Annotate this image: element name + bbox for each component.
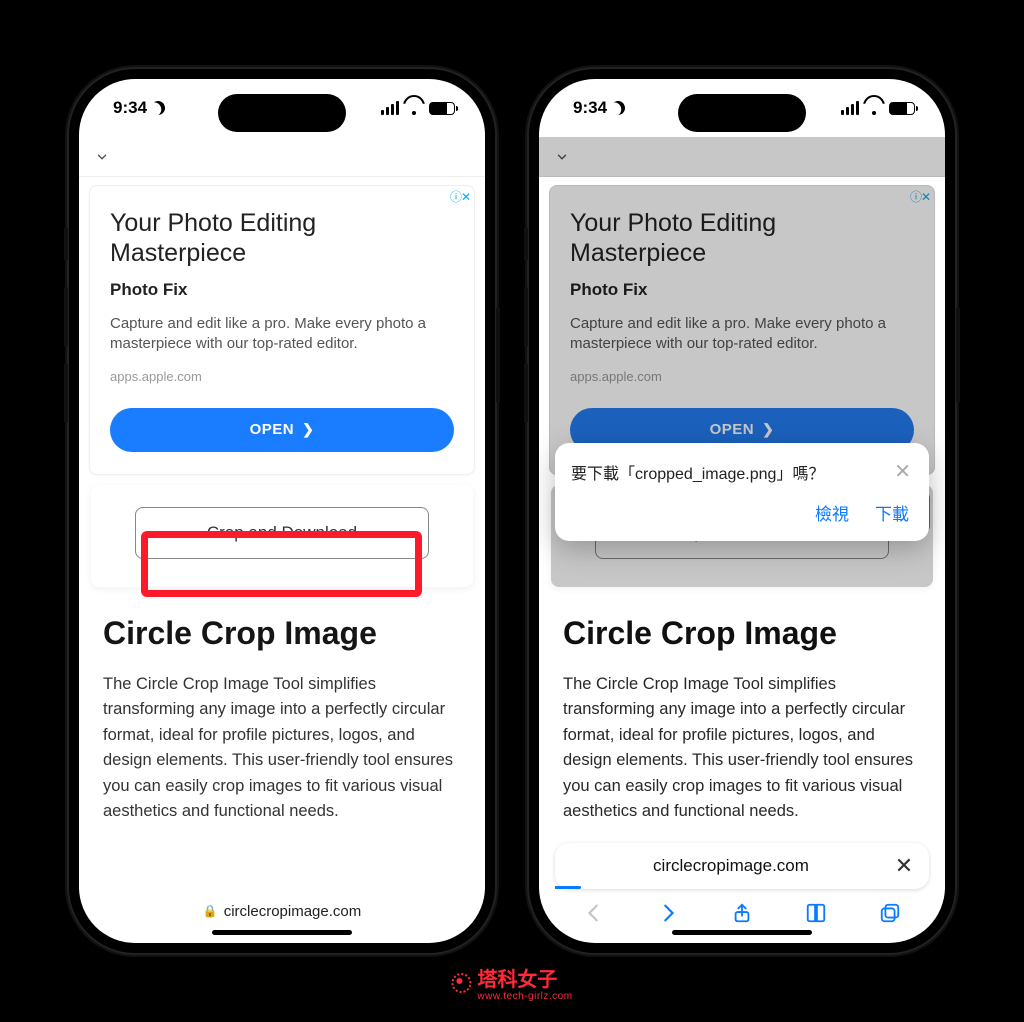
ad-domain: apps.apple.com (110, 369, 454, 384)
cell-signal-icon (381, 101, 399, 115)
load-progress (555, 886, 581, 889)
article-heading: Circle Crop Image (563, 615, 921, 652)
side-button (64, 227, 68, 261)
article: Circle Crop Image The Circle Crop Image … (103, 615, 461, 825)
ad-description: Capture and edit like a pro. Make every … (570, 314, 914, 355)
ad-open-label: OPEN (710, 421, 755, 438)
close-icon[interactable]: ✕ (884, 459, 913, 484)
article: Circle Crop Image The Circle Crop Image … (563, 615, 921, 825)
article-body: The Circle Crop Image Tool simplifies tr… (103, 672, 461, 825)
side-button (524, 287, 528, 347)
address-bar[interactable]: circlecropimage.com ✕ (555, 843, 929, 889)
dnd-moon-icon (149, 99, 167, 117)
ad-subtitle: Photo Fix (110, 280, 454, 300)
download-view-button[interactable]: 檢視 (811, 498, 853, 527)
ad-title: Your Photo Editing Masterpiece (570, 208, 914, 268)
watermark-icon (451, 973, 471, 993)
side-button (524, 227, 528, 261)
article-heading: Circle Crop Image (103, 615, 461, 652)
watermark-url: www.tech-girlz.com (477, 992, 572, 1002)
phone-left: 9:34 ⓘ✕ Your Photo Editing Mast (67, 67, 497, 955)
safari-toolbar (539, 893, 945, 933)
phone-right: 9:34 ⓘ✕ Your Photo Editing Mast (527, 67, 957, 955)
ad-domain: apps.apple.com (570, 369, 914, 384)
crop-card: Crop and Download (91, 485, 473, 587)
side-button (64, 287, 68, 347)
back-button[interactable] (581, 900, 607, 926)
ad-card: ⓘ✕ Your Photo Editing Masterpiece Photo … (549, 185, 935, 475)
ad-title: Your Photo Editing Masterpiece (110, 208, 454, 268)
address-label: circlecropimage.com (569, 856, 893, 876)
dynamic-island (218, 94, 346, 132)
cell-signal-icon (841, 101, 859, 115)
ad-description: Capture and edit like a pro. Make every … (110, 314, 454, 355)
side-button (956, 307, 960, 403)
chevron-right-icon: ❯ (302, 421, 314, 438)
chevron-right-icon: ❯ (762, 421, 774, 438)
adchoices-icon[interactable]: ⓘ✕ (910, 188, 930, 205)
dynamic-island (678, 94, 806, 132)
download-confirm-button[interactable]: 下載 (871, 498, 913, 527)
home-indicator[interactable] (672, 930, 812, 935)
watermark-brand: 塔科女子 (477, 969, 557, 991)
article-body: The Circle Crop Image Tool simplifies tr… (563, 672, 921, 825)
adchoices-icon[interactable]: ⓘ✕ (450, 188, 470, 205)
collapse-strip[interactable] (539, 137, 945, 177)
side-button (64, 363, 68, 423)
address-label: circlecropimage.com (224, 903, 362, 920)
lock-icon: 🔒 (203, 904, 218, 918)
ad-open-button[interactable]: OPEN ❯ (110, 408, 454, 452)
crop-download-button[interactable]: Crop and Download (135, 507, 429, 559)
forward-button[interactable] (655, 900, 681, 926)
battery-icon (889, 102, 915, 115)
dnd-moon-icon (609, 99, 627, 117)
bookmarks-button[interactable] (803, 900, 829, 926)
status-time: 9:34 (113, 98, 147, 118)
share-button[interactable] (729, 900, 755, 926)
ad-card: ⓘ✕ Your Photo Editing Masterpiece Photo … (89, 185, 475, 475)
wifi-icon (405, 101, 423, 115)
home-indicator[interactable] (212, 930, 352, 935)
chevron-down-icon (93, 148, 111, 166)
watermark: 塔科女子 www.tech-girlz.com (451, 963, 572, 1002)
download-message: 要下載「cropped_image.png」嗎？ (571, 460, 884, 484)
download-prompt: 要下載「cropped_image.png」嗎？ ✕ 檢視 下載 (555, 443, 929, 541)
chevron-down-icon (553, 148, 571, 166)
ad-subtitle: Photo Fix (570, 280, 914, 300)
battery-icon (429, 102, 455, 115)
collapse-strip[interactable] (79, 137, 485, 177)
tabs-button[interactable] (877, 900, 903, 926)
side-button (524, 363, 528, 423)
side-button (496, 307, 500, 403)
stop-icon[interactable]: ✕ (893, 853, 915, 879)
ad-open-label: OPEN (250, 421, 295, 438)
status-time: 9:34 (573, 98, 607, 118)
wifi-icon (865, 101, 883, 115)
address-bar[interactable]: 🔒 circlecropimage.com (156, 891, 408, 931)
